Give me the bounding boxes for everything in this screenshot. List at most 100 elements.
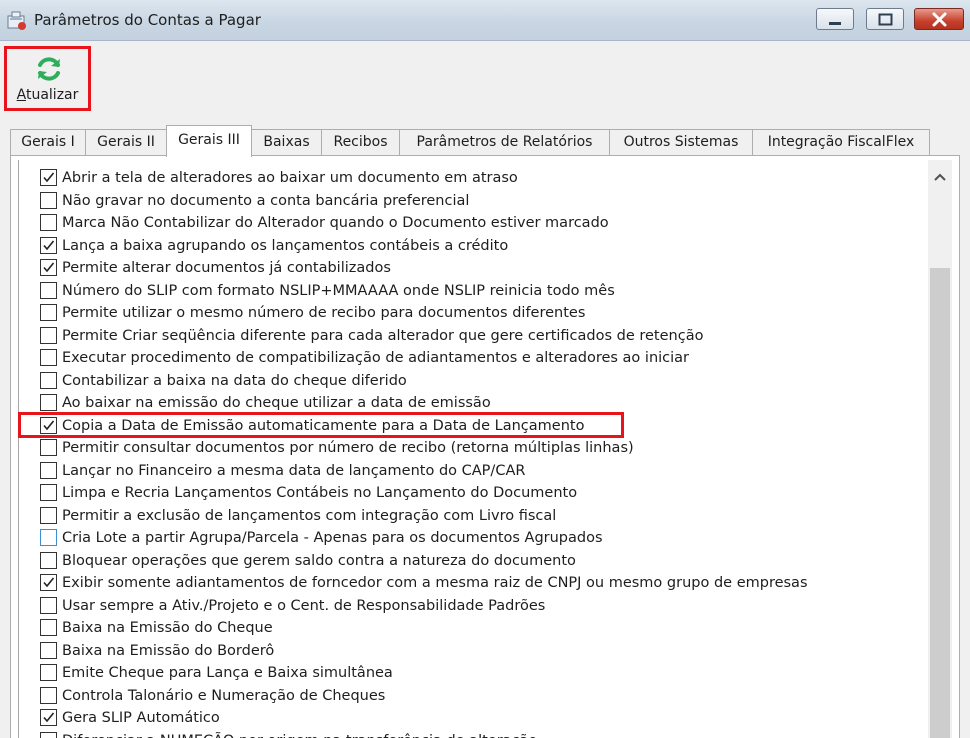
close-icon	[932, 12, 947, 27]
option-row[interactable]: Permitir consultar documentos por número…	[40, 438, 920, 460]
checkmark-icon	[43, 239, 55, 250]
option-label: Permite Criar seqüência diferente para c…	[62, 327, 704, 344]
option-row[interactable]: Lançar no Financeiro a mesma data de lan…	[40, 461, 920, 483]
option-label: Contabilizar a baixa na data do cheque d…	[62, 372, 407, 389]
option-row[interactable]: Permite utilizar o mesmo número de recib…	[40, 303, 920, 325]
option-checkbox[interactable]	[40, 731, 57, 738]
option-label: Diferenciar a NUMEÇÃO por origem na tran…	[62, 731, 537, 738]
option-checkbox[interactable]	[40, 214, 57, 231]
tab-recibos[interactable]: Recibos	[321, 129, 400, 156]
window-title: Parâmetros do Contas a Pagar	[34, 11, 261, 29]
option-checkbox[interactable]	[40, 259, 57, 276]
title-bar[interactable]: Parâmetros do Contas a Pagar	[0, 0, 970, 41]
option-checkbox[interactable]	[40, 304, 57, 321]
option-row[interactable]: Contabilizar a baixa na data do cheque d…	[40, 371, 920, 393]
maximize-icon	[878, 13, 893, 26]
option-label: Abrir a tela de alteradores ao baixar um…	[62, 170, 518, 186]
option-checkbox[interactable]	[40, 686, 57, 704]
option-row[interactable]: Permite Criar seqüência diferente para c…	[40, 326, 920, 348]
option-row[interactable]: Cria Lote a partir Agrupa/Parcela - Apen…	[40, 528, 920, 550]
option-row[interactable]: Baixa na Emissão do Borderô	[40, 641, 920, 663]
option-row[interactable]: Executar procedimento de compatibilizaçã…	[40, 348, 920, 370]
option-checkbox[interactable]	[40, 596, 57, 614]
option-row[interactable]: Bloquear operações que gerem saldo contr…	[40, 551, 920, 573]
tab-baixas[interactable]: Baixas	[251, 129, 322, 156]
option-row[interactable]: Marca Não Contabilizar do Alterador quan…	[40, 213, 920, 235]
option-label: Ao baixar na emissão do cheque utilizar …	[62, 395, 491, 411]
list-border	[18, 160, 19, 738]
option-checkbox[interactable]	[40, 416, 57, 434]
refresh-label: Atualizar	[7, 87, 88, 103]
option-row[interactable]: Número do SLIP com formato NSLIP+MMAAAA …	[40, 281, 920, 303]
scroll-thumb[interactable]	[930, 268, 950, 738]
option-row[interactable]: Copia a Data de Emissão automaticamente …	[40, 416, 920, 438]
refresh-icon	[34, 54, 64, 84]
option-checkbox[interactable]	[40, 641, 57, 659]
option-row[interactable]: Controla Talonário e Numeração de Cheque…	[40, 686, 920, 708]
option-checkbox[interactable]	[40, 551, 57, 569]
option-checkbox[interactable]	[40, 484, 57, 501]
toolbar: Atualizar	[0, 41, 970, 119]
tab-gerais-iii[interactable]: Gerais III	[166, 125, 252, 157]
parametros-window: Parâmetros do Contas a Pagar Atualizar G…	[0, 0, 970, 738]
option-checkbox[interactable]	[40, 326, 57, 344]
checkmark-icon	[43, 577, 55, 588]
tab-parametros-relatorios[interactable]: Parâmetros de Relatórios	[399, 129, 610, 156]
option-label: Não gravar no documento a conta bancária…	[62, 192, 470, 209]
chevron-up-icon	[934, 173, 946, 181]
option-row[interactable]: Lança a baixa agrupando os lançamentos c…	[40, 236, 920, 258]
option-label: Permite utilizar o mesmo número de recib…	[62, 305, 586, 321]
close-button[interactable]	[914, 8, 964, 30]
tab-integracao-fiscalflex[interactable]: Integração FiscalFlex	[752, 129, 930, 156]
option-label: Limpa e Recria Lançamentos Contábeis no …	[62, 485, 578, 501]
minimize-icon	[829, 22, 841, 25]
option-row[interactable]: Diferenciar a NUMEÇÃO por origem na tran…	[40, 731, 920, 738]
option-checkbox[interactable]	[40, 619, 57, 636]
option-row[interactable]: Permite alterar documentos já contabiliz…	[40, 258, 920, 280]
option-checkbox[interactable]	[40, 529, 57, 546]
option-checkbox[interactable]	[40, 664, 57, 681]
option-label: Executar procedimento de compatibilizaçã…	[62, 350, 690, 366]
maximize-button[interactable]	[866, 8, 904, 30]
option-checkbox[interactable]	[40, 191, 57, 209]
option-label: Número do SLIP com formato NSLIP+MMAAAA …	[62, 282, 615, 299]
option-checkbox[interactable]	[40, 461, 57, 479]
app-icon	[6, 10, 28, 32]
option-label: Lança a baixa agrupando os lançamentos c…	[62, 237, 509, 254]
option-row[interactable]: Exibir somente adiantamentos de forncedo…	[40, 573, 920, 595]
option-row[interactable]: Não gravar no documento a conta bancária…	[40, 191, 920, 213]
option-row[interactable]: Permitir a exclusão de lançamentos com i…	[40, 506, 920, 528]
option-checkbox[interactable]	[40, 439, 57, 456]
tab-gerais-i[interactable]: Gerais I	[10, 129, 86, 156]
option-row[interactable]: Usar sempre a Ativ./Projeto e o Cent. de…	[40, 596, 920, 618]
option-label: Permite alterar documentos já contabiliz…	[62, 260, 391, 276]
option-label: Controla Talonário e Numeração de Cheque…	[62, 687, 386, 704]
option-label: Marca Não Contabilizar do Alterador quan…	[62, 215, 609, 231]
option-checkbox[interactable]	[40, 236, 57, 254]
option-row[interactable]: Emite Cheque para Lança e Baixa simultân…	[40, 663, 920, 685]
option-row[interactable]: Limpa e Recria Lançamentos Contábeis no …	[40, 483, 920, 505]
tab-gerais-ii[interactable]: Gerais II	[85, 129, 167, 156]
checkmark-icon	[43, 262, 55, 273]
tab-outros-sistemas[interactable]: Outros Sistemas	[609, 129, 753, 156]
option-checkbox[interactable]	[40, 169, 57, 186]
refresh-button[interactable]: Atualizar	[4, 46, 91, 111]
option-checkbox[interactable]	[40, 281, 57, 299]
option-row[interactable]: Gera SLIP Automático	[40, 708, 920, 730]
option-label: Gera SLIP Automático	[62, 710, 220, 726]
option-checkbox[interactable]	[40, 506, 57, 524]
vertical-scrollbar[interactable]	[928, 160, 952, 738]
option-checkbox[interactable]	[40, 394, 57, 411]
option-checkbox[interactable]	[40, 574, 57, 591]
scroll-up-button[interactable]	[928, 160, 952, 190]
checkmark-icon	[43, 172, 55, 183]
option-checkbox[interactable]	[40, 371, 57, 389]
option-checkbox[interactable]	[40, 349, 57, 366]
option-row[interactable]: Ao baixar na emissão do cheque utilizar …	[40, 393, 920, 415]
option-label: Baixa na Emissão do Cheque	[62, 620, 273, 636]
option-row[interactable]: Baixa na Emissão do Cheque	[40, 618, 920, 640]
option-row[interactable]: Abrir a tela de alteradores ao baixar um…	[40, 168, 920, 190]
option-checkbox[interactable]	[40, 709, 57, 726]
minimize-button[interactable]	[816, 8, 854, 30]
checkmark-icon	[43, 419, 55, 430]
